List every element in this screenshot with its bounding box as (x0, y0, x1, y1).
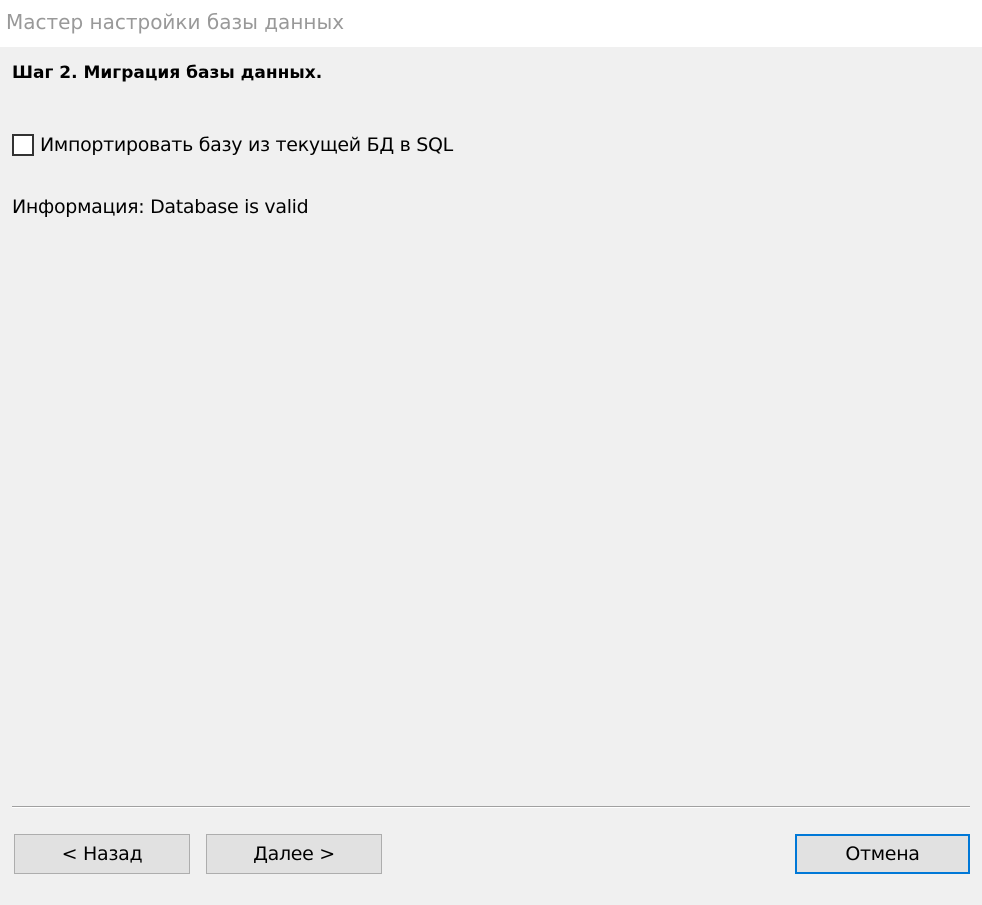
import-checkbox-label[interactable]: Импортировать базу из текущей БД в SQL (40, 134, 453, 156)
step-heading: Шаг 2. Миграция базы данных. (12, 63, 323, 83)
cancel-button[interactable]: Отмена (795, 834, 970, 874)
next-button[interactable]: Далее > (206, 834, 382, 874)
info-text: Информация: Database is valid (12, 196, 309, 218)
import-checkbox-row[interactable]: Импортировать базу из текущей БД в SQL (12, 133, 453, 157)
title-bar: Мастер настройки базы данных (0, 0, 982, 47)
window-title: Мастер настройки базы данных (6, 10, 345, 34)
import-checkbox[interactable] (12, 134, 34, 156)
back-button[interactable]: < Назад (14, 834, 190, 874)
footer-divider (12, 806, 970, 808)
